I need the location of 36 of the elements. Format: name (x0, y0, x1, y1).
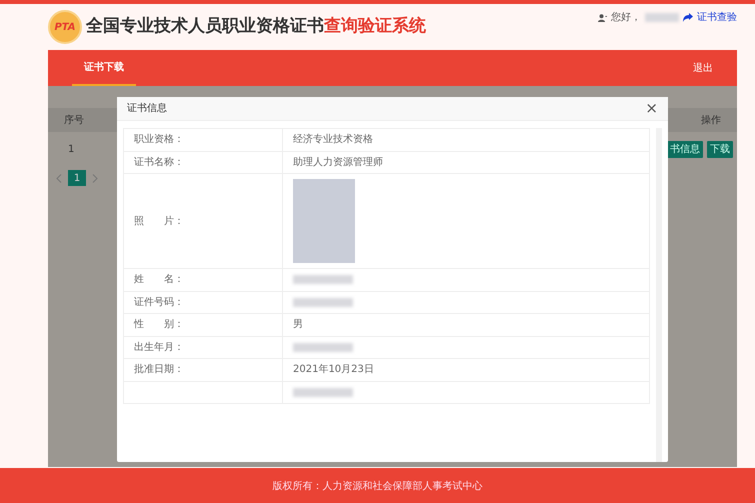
logo: PTA (48, 10, 82, 44)
site-title: 全国专业技术人员职业资格证书查询验证系统 (86, 15, 426, 38)
copyright-text: 版权所有：人力资源和社会保障部人事考试中心 (272, 480, 482, 494)
field-label: 职业资格： (134, 134, 184, 146)
scrollbar[interactable] (656, 128, 662, 462)
redacted-value (293, 342, 353, 352)
field-value: 男 (293, 319, 303, 330)
field-value: 2021年10月23日 (293, 364, 374, 376)
redacted-value (293, 388, 353, 397)
field-value: 助理人力资源管理师 (293, 156, 383, 168)
user-icon (598, 14, 607, 22)
next-page-icon[interactable] (92, 174, 98, 182)
field-label: 照 片： (134, 216, 184, 226)
field-label: 证件号码： (134, 296, 184, 308)
field-label: 姓 名： (134, 274, 184, 286)
redacted-value (293, 275, 353, 284)
column-header: 序号 (64, 114, 84, 128)
logout-link[interactable]: 退出 (693, 60, 713, 76)
field-label: 出生年月： (134, 342, 184, 353)
redacted-username (645, 13, 679, 22)
action-button[interactable]: 书信息 (667, 141, 703, 158)
field-label: 性 别： (134, 319, 184, 330)
share-arrow-icon (683, 13, 693, 22)
redacted-value (293, 298, 353, 307)
page-button[interactable]: 1 (68, 170, 86, 186)
action-button[interactable]: 下载 (707, 141, 733, 158)
field-label: 批准日期： (134, 364, 184, 376)
previous-page-icon[interactable] (56, 174, 62, 182)
greeting-text: 您好， (611, 11, 641, 25)
certificate-check-link[interactable]: 证书查验 (697, 10, 737, 25)
close-button[interactable]: × (645, 101, 658, 116)
dialog-title: 证书信息 (127, 102, 167, 116)
field-label: 证书名称： (134, 156, 184, 168)
field-value: 经济专业技术资格 (293, 134, 373, 146)
column-header: 操作 (701, 114, 721, 128)
table-cell-text: 1 (68, 143, 74, 157)
